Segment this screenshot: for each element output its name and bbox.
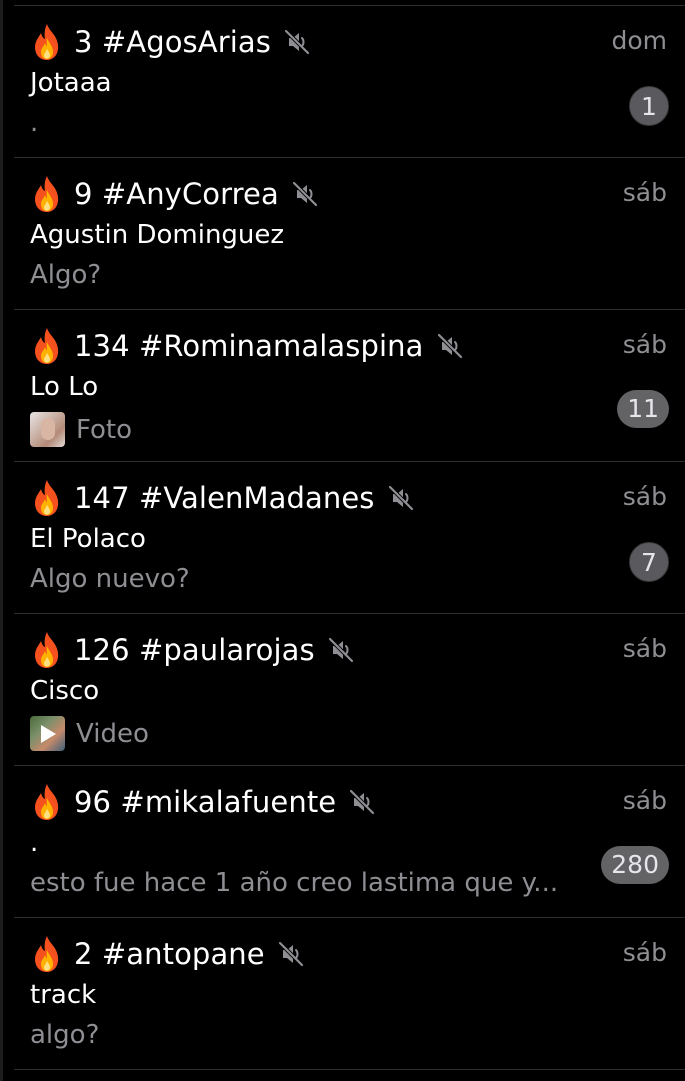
chat-title: 3 #AgosArias [74, 25, 271, 59]
chat-title-line: 147 #ValenMadanes [30, 478, 415, 518]
message-preview: Algo? [30, 260, 101, 290]
message-preview: Algo nuevo? [30, 564, 190, 594]
photo-thumbnail [30, 412, 65, 447]
chat-title: 126 #paularojas [74, 633, 315, 667]
chat-row[interactable]: 9 #AnyCorrea sáb Agustin Dominguez Algo? [0, 158, 685, 310]
message-preview-text: Algo? [30, 260, 102, 290]
chat-row[interactable]: 2 #antopane sáb track algo? [0, 918, 685, 1070]
unread-count-badge: 7 [629, 542, 669, 582]
play-icon [41, 725, 56, 743]
last-sender: Agustin Dominguez [30, 220, 285, 250]
last-sender: track [30, 980, 97, 1010]
chat-timestamp: sáb [622, 634, 667, 663]
unread-count-badge: 1 [629, 86, 669, 126]
message-preview: . [30, 108, 38, 138]
message-preview: Foto [30, 412, 132, 447]
unread-count-badge: 11 [617, 390, 669, 428]
chat-title: 134 #Rominamalaspina [74, 329, 424, 363]
chat-row[interactable]: 147 #ValenMadanes sáb El Polaco Algo nue… [0, 462, 685, 614]
chat-timestamp: sáb [622, 786, 667, 815]
chat-title-line: 3 #AgosArias [30, 22, 311, 62]
message-preview-text: Foto [76, 414, 133, 445]
message-preview: Video [30, 716, 149, 751]
chat-list: 3 #AgosArias dom Jotaaa . 1 9 #AnyCorrea… [0, 6, 685, 1070]
muted-speaker-icon [283, 28, 311, 56]
video-thumbnail [30, 716, 65, 751]
fire-icon [30, 174, 64, 214]
chat-title: 9 #AnyCorrea [74, 177, 279, 211]
message-preview: algo? [30, 1020, 99, 1050]
fire-icon [30, 478, 64, 518]
message-preview: esto fue hace 1 año creo lastima que y..… [30, 868, 558, 898]
chat-title: 96 #mikalafuente [74, 785, 337, 819]
last-sender: . [30, 828, 39, 858]
muted-speaker-icon [327, 636, 355, 664]
fire-icon [30, 782, 64, 822]
chat-title: 2 #antopane [74, 937, 265, 971]
chat-row[interactable]: 134 #Rominamalaspina sáb Lo Lo Foto 11 [0, 310, 685, 462]
chat-title-line: 126 #paularojas [30, 630, 355, 670]
muted-speaker-icon [436, 332, 464, 360]
chat-title-line: 9 #AnyCorrea [30, 174, 319, 214]
fire-icon [30, 326, 64, 366]
chat-title: 147 #ValenMadanes [74, 481, 375, 515]
message-preview-text: algo? [30, 1020, 100, 1050]
chat-timestamp: dom [611, 26, 667, 55]
muted-speaker-icon [348, 788, 376, 816]
message-preview-text: esto fue hace 1 año creo lastima que y..… [30, 868, 559, 898]
last-sender: El Polaco [30, 524, 146, 554]
last-sender: Lo Lo [30, 372, 99, 402]
message-preview-text: Video [76, 718, 149, 749]
message-preview-text: Algo nuevo? [30, 564, 190, 594]
fire-icon [30, 630, 64, 670]
fire-icon [30, 934, 64, 974]
chat-timestamp: sáb [622, 178, 667, 207]
chat-row[interactable]: 126 #paularojas sáb Cisco Video [0, 614, 685, 766]
last-sender: Cisco [30, 676, 100, 706]
fire-icon [30, 22, 64, 62]
chat-timestamp: sáb [622, 938, 667, 967]
muted-speaker-icon [387, 484, 415, 512]
chat-row[interactable]: 3 #AgosArias dom Jotaaa . 1 [0, 6, 685, 158]
last-sender: Jotaaa [30, 68, 112, 98]
chat-timestamp: sáb [622, 330, 667, 359]
chat-title-line: 96 #mikalafuente [30, 782, 376, 822]
chat-timestamp: sáb [622, 482, 667, 511]
chat-title-line: 2 #antopane [30, 934, 305, 974]
chat-row[interactable]: 96 #mikalafuente sáb . esto fue hace 1 a… [0, 766, 685, 918]
muted-speaker-icon [277, 940, 305, 968]
muted-speaker-icon [291, 180, 319, 208]
unread-count-badge: 280 [601, 846, 669, 884]
message-preview-text: . [30, 108, 39, 138]
chat-title-line: 134 #Rominamalaspina [30, 326, 464, 366]
